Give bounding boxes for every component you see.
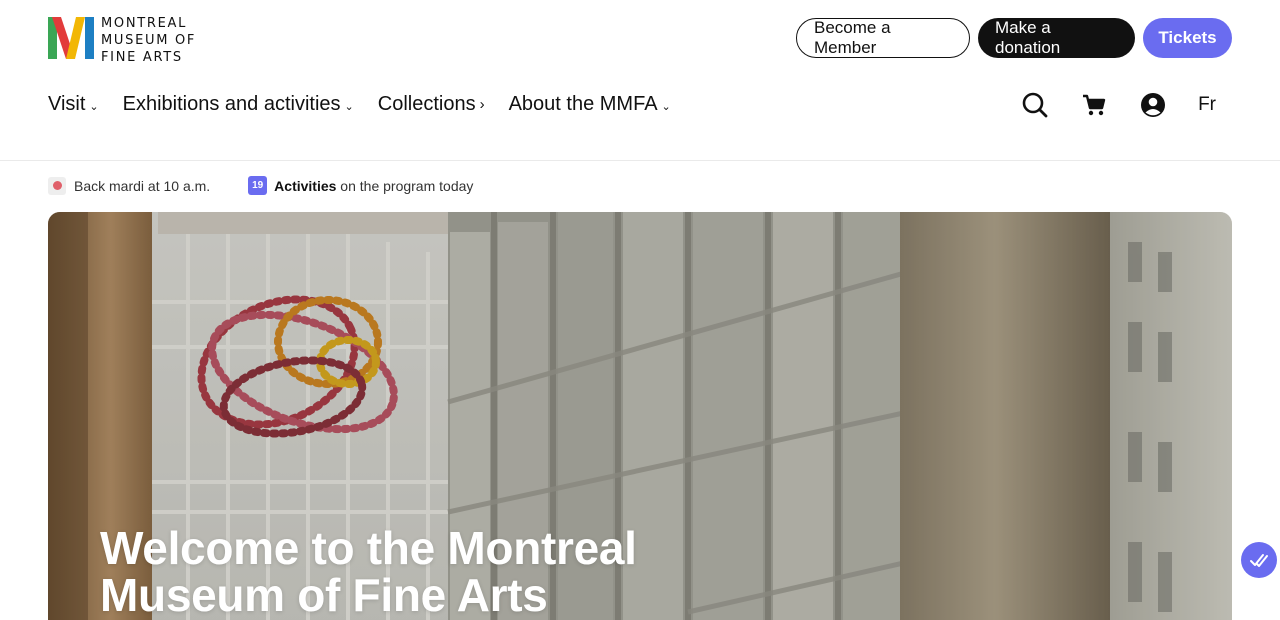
museum-logo[interactable]: MONTREAL MUSEUM OF FINE ARTS	[48, 15, 196, 66]
double-check-icon	[1250, 554, 1268, 567]
status-indicator	[48, 176, 66, 195]
logo-line-3: FINE ARTS	[101, 50, 183, 65]
status-dot-icon	[52, 181, 62, 190]
header-divider	[0, 160, 1280, 161]
chevron-right-icon: ›	[479, 96, 485, 113]
logo-line-2: MUSEUM OF	[101, 33, 197, 48]
logo-line-1: MONTREAL	[101, 16, 188, 31]
search-icon-graphic	[1022, 92, 1048, 118]
logo-wordmark: MONTREAL MUSEUM OF FINE ARTS	[101, 15, 196, 66]
chevron-down-icon: ⌄	[344, 101, 354, 113]
account-icon[interactable]	[1138, 90, 1168, 120]
accessibility-widget-button[interactable]	[1241, 542, 1277, 578]
cart-icon-graphic	[1083, 94, 1106, 116]
info-strip: Back mardi at 10 a.m. 19 Activities on t…	[48, 176, 473, 195]
nav-item-label: Collections	[377, 93, 476, 115]
nav-item-visit[interactable]: Visit ⌄	[48, 93, 99, 116]
header-actions: Become a Member Make a donation Tickets	[796, 18, 1232, 58]
search-icon[interactable]	[1020, 90, 1050, 120]
tickets-button[interactable]: Tickets	[1143, 18, 1232, 58]
main-nav: Visit ⌄ Exhibitions and activities ⌄ Col…	[48, 93, 695, 116]
chevron-down-icon: ⌄	[661, 101, 671, 113]
hero-title-line-2: Museum of Fine Arts	[100, 569, 548, 620]
become-member-button[interactable]: Become a Member	[796, 18, 970, 58]
donation-button[interactable]: Make a donation	[978, 18, 1135, 58]
nav-item-label: About the MMFA	[508, 93, 658, 115]
calendar-day-badge: 19	[248, 176, 268, 195]
logo-mark-icon	[48, 17, 94, 59]
nav-item-exhibitions[interactable]: Exhibitions and activities ⌄	[123, 93, 354, 116]
nav-item-label: Exhibitions and activities	[122, 93, 341, 115]
cart-icon[interactable]	[1079, 90, 1109, 120]
nav-item-about[interactable]: About the MMFA ⌄	[509, 93, 671, 116]
activities-bold: Activities	[274, 177, 337, 194]
nav-item-label: Visit	[48, 93, 86, 115]
account-icon-graphic	[1141, 93, 1166, 117]
hero-banner: Welcome to the Montreal Museum of Fine A…	[48, 212, 1232, 620]
chevron-down-icon: ⌄	[89, 101, 99, 113]
nav-item-collections[interactable]: Collections ›	[378, 93, 485, 116]
activities-today-link[interactable]: Activities on the program today	[274, 178, 473, 194]
hero-title: Welcome to the Montreal Museum of Fine A…	[100, 525, 637, 619]
nav-utilities: Fr	[1020, 90, 1216, 120]
language-toggle[interactable]: Fr	[1198, 94, 1216, 116]
hero-title-line-1: Welcome to the Montreal	[100, 522, 637, 574]
opening-status-text: Back mardi at 10 a.m.	[74, 177, 211, 194]
activities-rest: on the program today	[336, 177, 474, 194]
